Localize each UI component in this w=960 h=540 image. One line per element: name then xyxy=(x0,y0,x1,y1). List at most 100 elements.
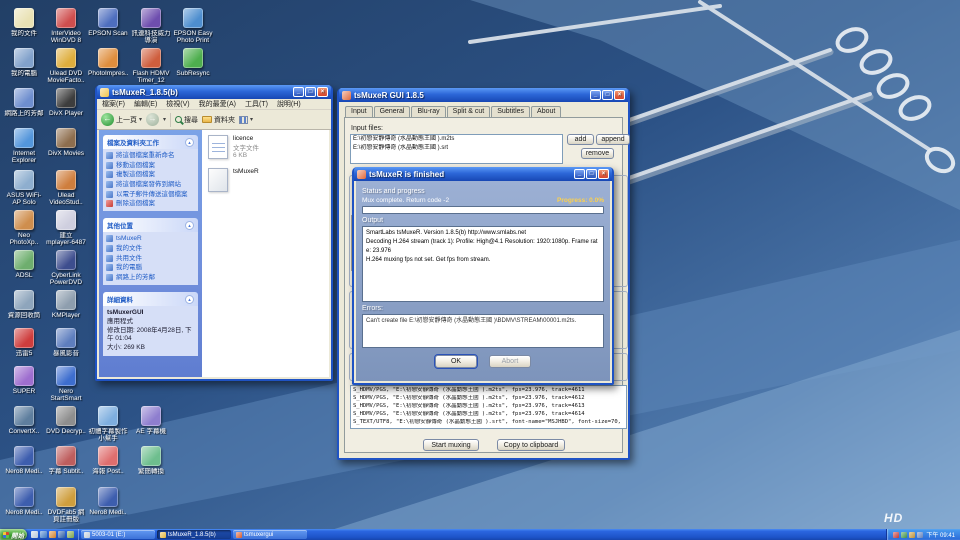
close-button[interactable]: × xyxy=(614,90,625,100)
desktop-icon[interactable]: KMPlayer xyxy=(46,290,86,319)
explorer-titlebar[interactable]: tsMuxeR_1.8.5(b) _ □ × xyxy=(97,85,331,99)
taskbar-task[interactable]: tsMuxeR_1.8.5(b) xyxy=(157,530,231,539)
place-link[interactable]: 我的電腦 xyxy=(106,264,195,271)
menu-item[interactable]: 編輯(E) xyxy=(134,99,157,109)
back-button[interactable]: ← 上一頁 ▾ xyxy=(101,113,142,126)
forward-button[interactable]: → xyxy=(146,113,159,126)
desktop-icon[interactable]: 暴風影音 xyxy=(46,328,86,357)
desktop-icon[interactable]: Nero8 Medi.. xyxy=(4,446,44,475)
desktop-icon[interactable]: Nero8 Medi.. xyxy=(88,487,128,516)
views-button[interactable]: ▾ xyxy=(239,116,253,124)
desktop-icon[interactable]: DivX Movies xyxy=(46,128,86,157)
input-file-row[interactable]: E:\初戀安靜傳奇 (水晶動態王國 ).srt xyxy=(351,144,562,153)
minimize-button[interactable]: _ xyxy=(574,169,585,179)
remove-button[interactable]: remove xyxy=(581,148,614,159)
folders-button[interactable]: 資料夾 xyxy=(202,115,235,125)
desktop-icon[interactable]: Neo PhotoXp.. xyxy=(4,210,44,247)
desktop-icon[interactable]: EPSON Easy Photo Print xyxy=(173,8,213,45)
desktop-icon[interactable]: 資源回收筒 xyxy=(4,290,44,319)
desktop-icon[interactable]: PhotoImpres.. xyxy=(88,48,128,77)
tab[interactable]: General xyxy=(374,106,411,117)
abort-button[interactable]: Abort xyxy=(489,355,531,368)
desktop-icon[interactable]: SubResync xyxy=(173,48,213,77)
tab[interactable]: Blu-ray xyxy=(411,106,445,117)
meta-file-preview[interactable]: S_HDMV/PGS, "E:\初戀安靜傳奇 (水晶動態王國 ).m2ts", … xyxy=(350,385,627,429)
file-tile[interactable]: licence 文字文件 6 KB xyxy=(208,135,323,159)
maximize-button[interactable]: □ xyxy=(586,169,597,179)
desktop-icon[interactable]: Flash HDMV Timer_12 xyxy=(131,48,171,85)
start-muxing-button[interactable]: Start muxing xyxy=(423,439,479,451)
quick-launch-icon[interactable] xyxy=(40,531,47,538)
desktop-icon[interactable]: ADSL xyxy=(4,250,44,279)
taskbar-task[interactable]: tsmuxergui xyxy=(233,530,307,539)
desktop-icon[interactable]: DVDFab5 網頁註冊版 xyxy=(46,487,86,524)
desktop-icon[interactable]: CyberLink PowerDVD xyxy=(46,250,86,287)
desktop-icon[interactable]: Ulead VideoStud.. xyxy=(46,170,86,207)
back-dropdown-icon[interactable]: ▾ xyxy=(139,116,142,123)
maximize-button[interactable]: □ xyxy=(305,87,316,97)
tab[interactable]: Split & cut xyxy=(447,106,491,117)
append-button[interactable]: append xyxy=(596,134,630,145)
file-tasks-header[interactable]: 檔案及資料夾工作 ▴ xyxy=(103,135,198,149)
quick-launch-icon[interactable] xyxy=(31,531,38,538)
file-tile[interactable]: tsMuxeR xyxy=(208,168,323,192)
details-header[interactable]: 詳細資料 ▴ xyxy=(103,292,198,306)
place-link[interactable]: 網路上的芳鄰 xyxy=(106,274,195,281)
desktop-icon[interactable]: 海報 Post.. xyxy=(88,446,128,475)
task-link[interactable]: 將這個檔案發佈到網站 xyxy=(106,181,195,188)
desktop-icon[interactable]: AE 字幕機 xyxy=(131,406,171,435)
tab[interactable]: Input xyxy=(345,106,373,117)
tray-icon[interactable] xyxy=(893,532,899,538)
desktop-icon[interactable]: ASUS WiFi-AP Solo xyxy=(4,170,44,207)
desktop-icon[interactable]: 初體字幕製作小幫手 xyxy=(88,406,128,443)
tray-icon[interactable] xyxy=(917,532,923,538)
other-places-header[interactable]: 其他位置 ▴ xyxy=(103,218,198,232)
desktop-icon[interactable]: 繁簡轉換 xyxy=(131,446,171,475)
desktop-icon[interactable]: InterVideo WinDVD 8 xyxy=(46,8,86,45)
desktop-icon[interactable]: 我的文件 xyxy=(4,8,44,37)
desktop-icon[interactable]: 訊連科技威力導演 xyxy=(131,8,171,45)
task-link[interactable]: 將這個檔案重新命名 xyxy=(106,152,195,159)
quick-launch-icon[interactable] xyxy=(67,531,74,538)
desktop-icon[interactable]: 網路上的芳鄰 xyxy=(4,88,44,117)
input-file-row[interactable]: E:\初戀安靜傳奇 (水晶動態王國 ).m2ts xyxy=(351,135,562,144)
desktop-icon[interactable]: Nero8 Medi.. xyxy=(4,487,44,516)
desktop-icon[interactable]: DivX Player xyxy=(46,88,86,117)
maximize-button[interactable]: □ xyxy=(602,90,613,100)
tab[interactable]: Subtitles xyxy=(491,106,530,117)
close-button[interactable]: × xyxy=(317,87,328,97)
desktop-icon[interactable]: 我的電腦 xyxy=(4,48,44,77)
menu-item[interactable]: 檢視(V) xyxy=(166,99,189,109)
menu-item[interactable]: 我的最愛(A) xyxy=(199,99,236,109)
desktop-icon[interactable]: ConvertX.. xyxy=(4,406,44,435)
place-link[interactable]: tsMuxeR xyxy=(106,235,195,242)
search-button[interactable]: 搜尋 xyxy=(175,115,198,125)
ok-button[interactable]: OK xyxy=(435,355,477,368)
add-button[interactable]: add xyxy=(567,134,594,145)
dialog-titlebar[interactable]: tsMuxeR is finished _ □ × xyxy=(354,167,612,181)
close-button[interactable]: × xyxy=(598,169,609,179)
desktop-icon[interactable]: 字幕 Subtit.. xyxy=(46,446,86,475)
minimize-button[interactable]: _ xyxy=(590,90,601,100)
start-button[interactable]: 開始 xyxy=(0,529,27,540)
place-link[interactable]: 我的文件 xyxy=(106,245,195,252)
desktop-icon[interactable]: Ulead DVD MovieFacto.. xyxy=(46,48,86,85)
input-files-list[interactable]: E:\初戀安靜傳奇 (水晶動態王國 ).m2tsE:\初戀安靜傳奇 (水晶動態王… xyxy=(350,134,563,164)
taskbar-task[interactable]: 5003-01 (E:) xyxy=(81,530,155,539)
task-link[interactable]: 刪除這個檔案 xyxy=(106,200,195,207)
task-link[interactable]: 複製這個檔案 xyxy=(106,171,195,178)
task-link[interactable]: 以電子郵件傳送這個檔案 xyxy=(106,191,195,198)
menu-item[interactable]: 說明(H) xyxy=(277,99,301,109)
desktop-icon[interactable]: Internet Explorer xyxy=(4,128,44,165)
desktop-icon[interactable]: DVD Decryp.. xyxy=(46,406,86,435)
task-link[interactable]: 移動這個檔案 xyxy=(106,162,195,169)
desktop-icon[interactable]: SUPER xyxy=(4,366,44,395)
menu-item[interactable]: 檔案(F) xyxy=(102,99,125,109)
errors-box[interactable]: Can't create file E:\初戀安靜傳奇 (水晶動態王國 )\BD… xyxy=(362,314,604,348)
copy-to-clipboard-button[interactable]: Copy to clipboard xyxy=(497,439,565,451)
place-link[interactable]: 共用文件 xyxy=(106,255,195,262)
forward-dropdown-icon[interactable]: ▾ xyxy=(163,116,166,123)
desktop-icon[interactable]: EPSON Scan xyxy=(88,8,128,37)
tray-icon[interactable] xyxy=(901,532,907,538)
output-box[interactable]: SmartLabs tsMuxeR. Version 1.8.5(b) http… xyxy=(362,226,604,302)
